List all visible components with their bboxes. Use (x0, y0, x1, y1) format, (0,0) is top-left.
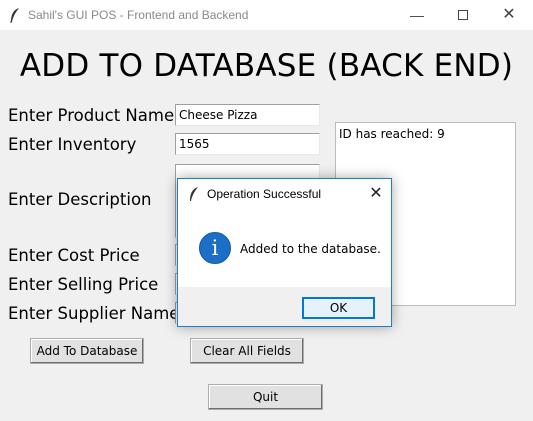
close-button[interactable]: ✕ (497, 4, 521, 26)
dialog-title: Operation Successful (207, 187, 322, 201)
description-label: Enter Description (8, 190, 152, 209)
minimize-icon: — (410, 7, 424, 23)
quit-button[interactable]: Quit (208, 384, 323, 410)
feather-icon (10, 8, 19, 23)
dialog-footer: OK (178, 287, 391, 326)
add-to-database-button[interactable]: Add To Database (30, 338, 144, 364)
maximize-button[interactable] (451, 4, 475, 26)
product-name-input[interactable]: Cheese Pizza (175, 104, 320, 126)
clear-all-fields-button[interactable]: Clear All Fields (190, 338, 304, 364)
feather-icon (190, 187, 198, 201)
close-icon: ✕ (369, 185, 383, 202)
inventory-input[interactable]: 1565 (175, 133, 320, 155)
maximize-icon (458, 10, 468, 21)
supplier-name-label: Enter Supplier Name (8, 304, 180, 323)
success-dialog: Operation Successful ✕ i Added to the da… (177, 178, 392, 327)
cost-price-label: Enter Cost Price (8, 246, 140, 265)
info-icon: i (199, 232, 231, 264)
dialog-titlebar: Operation Successful ✕ (178, 179, 391, 209)
page-heading: ADD TO DATABASE (BACK END) (19, 48, 514, 84)
output-text: ID has reached: 9 (339, 127, 445, 141)
dialog-close-button[interactable]: ✕ (366, 184, 386, 204)
dialog-message: Added to the database. (240, 242, 381, 256)
window-title: Sahil's GUI POS - Frontend and Backend (28, 8, 249, 22)
window-titlebar: Sahil's GUI POS - Frontend and Backend —… (0, 0, 533, 30)
selling-price-label: Enter Selling Price (8, 275, 159, 294)
inventory-label: Enter Inventory (8, 135, 137, 154)
minimize-button[interactable]: — (405, 4, 429, 26)
close-icon: ✕ (502, 6, 516, 23)
ok-button[interactable]: OK (302, 297, 375, 319)
product-name-label: Enter Product Name (8, 106, 175, 125)
